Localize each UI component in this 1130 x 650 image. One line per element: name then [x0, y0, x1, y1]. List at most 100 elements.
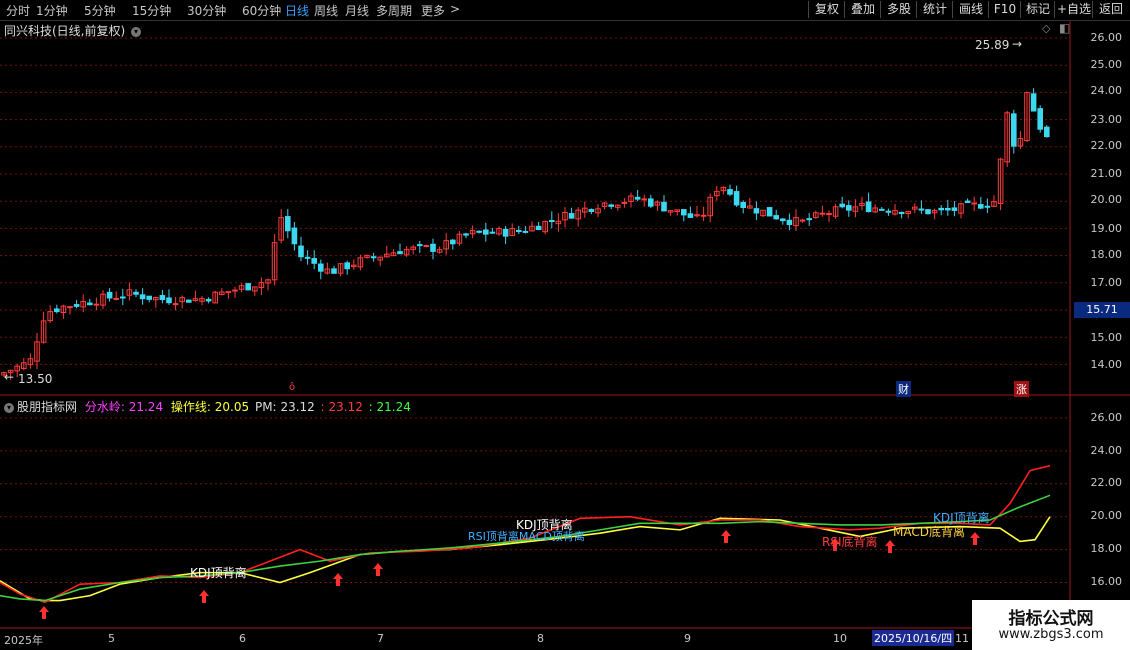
candle-body	[298, 245, 304, 258]
candle-body	[978, 204, 984, 209]
candle-body	[780, 218, 786, 222]
price-tick: 18.00	[1090, 248, 1123, 261]
candle-body	[879, 208, 885, 211]
candle-body	[318, 263, 324, 272]
candle-body	[304, 256, 311, 259]
candle-body	[938, 207, 945, 211]
candle-body	[311, 258, 317, 264]
rsi-macd-divergence-label: RSI顶背离MACD顶背离	[468, 530, 585, 543]
candle-body	[245, 283, 251, 291]
price-tick: 24.00	[1090, 84, 1123, 97]
panel-toggle-icon[interactable]: ◧	[1059, 21, 1070, 35]
date-tick: 11	[955, 632, 969, 645]
candle-body	[450, 239, 456, 245]
fsl-value: 21.24	[128, 400, 164, 414]
price-tick: 15.00	[1090, 331, 1123, 344]
candle-body	[232, 289, 238, 292]
candle-body	[1030, 93, 1037, 112]
price-tick: 14.00	[1090, 358, 1123, 371]
kdj-divergence-label: KDJ顶背离	[190, 566, 247, 580]
chevron-down-icon[interactable]: ▾	[131, 26, 142, 37]
candle-body	[159, 295, 166, 301]
candle-body	[172, 303, 179, 306]
date-tick: 2025年	[4, 634, 43, 647]
ind-tick: 22.00	[1090, 476, 1123, 489]
candle-body	[865, 201, 872, 213]
candle-body	[1044, 126, 1050, 138]
candle-body	[146, 295, 152, 300]
candle-body	[727, 189, 733, 195]
candle-body	[522, 230, 529, 233]
indicator-name[interactable]: 股朋指标网	[17, 400, 77, 414]
candle-body	[786, 219, 793, 226]
chevron-down-icon[interactable]: ▾	[4, 402, 14, 413]
candle-body	[225, 291, 232, 294]
czx-value: 20.05	[214, 400, 250, 414]
candle-body	[700, 214, 707, 217]
candle-body	[687, 213, 694, 218]
candle-body	[423, 244, 430, 247]
candle-body	[885, 210, 892, 213]
limit-up-marker[interactable]: 涨	[1014, 381, 1029, 397]
diamond-icon[interactable]: ◇	[1042, 22, 1050, 35]
candle-body	[608, 204, 615, 207]
candle-body	[846, 205, 852, 211]
candle-body	[740, 202, 747, 208]
candle-body	[753, 208, 760, 214]
watermark-url: www.zbgs3.com	[998, 627, 1104, 642]
price-tick: 21.00	[1090, 167, 1123, 180]
finance-marker[interactable]: 财	[896, 381, 911, 397]
price-tick: 17.00	[1090, 276, 1123, 289]
candle-body	[113, 297, 120, 300]
candle-body	[516, 229, 522, 233]
date-tick: 9	[684, 632, 691, 645]
cursor-date: 2025/10/16/四	[872, 630, 955, 646]
candle-body	[661, 201, 667, 212]
arrow-right-icon: →	[1012, 37, 1023, 51]
candle-body	[476, 230, 482, 233]
candle-body	[839, 203, 846, 208]
stock-title[interactable]: 同兴科技(日线,前复权) ▾	[4, 22, 142, 39]
low-price-label: 13.50	[18, 372, 53, 386]
stock-title-text: 同兴科技(日线,前复权)	[4, 24, 126, 38]
candle-body	[773, 215, 780, 220]
pm-value: 23.12	[280, 400, 315, 414]
czx-label: 操作线:	[170, 400, 211, 414]
candle-body	[67, 306, 73, 309]
kline-chart[interactable]	[0, 0, 1130, 650]
candle-body	[681, 209, 687, 216]
price-tick: 25.00	[1090, 58, 1123, 71]
candle-body	[984, 205, 991, 208]
event-marker[interactable]: ô	[289, 382, 295, 393]
date-tick: 7	[377, 632, 384, 645]
ind-tick: 18.00	[1090, 542, 1123, 555]
candle-body	[1037, 108, 1044, 130]
signal-arrow-icon	[333, 573, 343, 586]
candle-body	[133, 291, 139, 295]
price-tick: 20.00	[1090, 193, 1123, 206]
candle-body	[87, 302, 93, 306]
date-tick: 6	[239, 632, 246, 645]
price-tick: 26.00	[1090, 31, 1123, 44]
price-tick: 19.00	[1090, 222, 1123, 235]
candle-body	[166, 297, 172, 304]
price-tick: 22.00	[1090, 139, 1123, 152]
candle-body	[106, 291, 113, 299]
green-line	[0, 494, 1051, 602]
candle-body	[535, 225, 542, 231]
date-tick: 5	[108, 632, 115, 645]
candle-body	[73, 304, 80, 307]
candle-body	[918, 208, 925, 211]
pm-label: PM:	[254, 400, 277, 414]
indicator-header: ▾ 股朋指标网 分水岭: 21.24 操作线: 20.05 PM: 23.12 :…	[4, 398, 411, 415]
watermark-title: 指标公式网	[1008, 609, 1094, 629]
signal-arrow-icon	[373, 563, 383, 576]
candle-body	[370, 256, 377, 259]
candle-body	[806, 218, 813, 221]
signal-arrow-icon	[39, 606, 49, 619]
candle-body	[588, 209, 595, 212]
candle-body	[331, 268, 337, 274]
candle-body	[733, 191, 740, 206]
candle-body	[502, 228, 509, 237]
candle-body	[951, 207, 958, 211]
